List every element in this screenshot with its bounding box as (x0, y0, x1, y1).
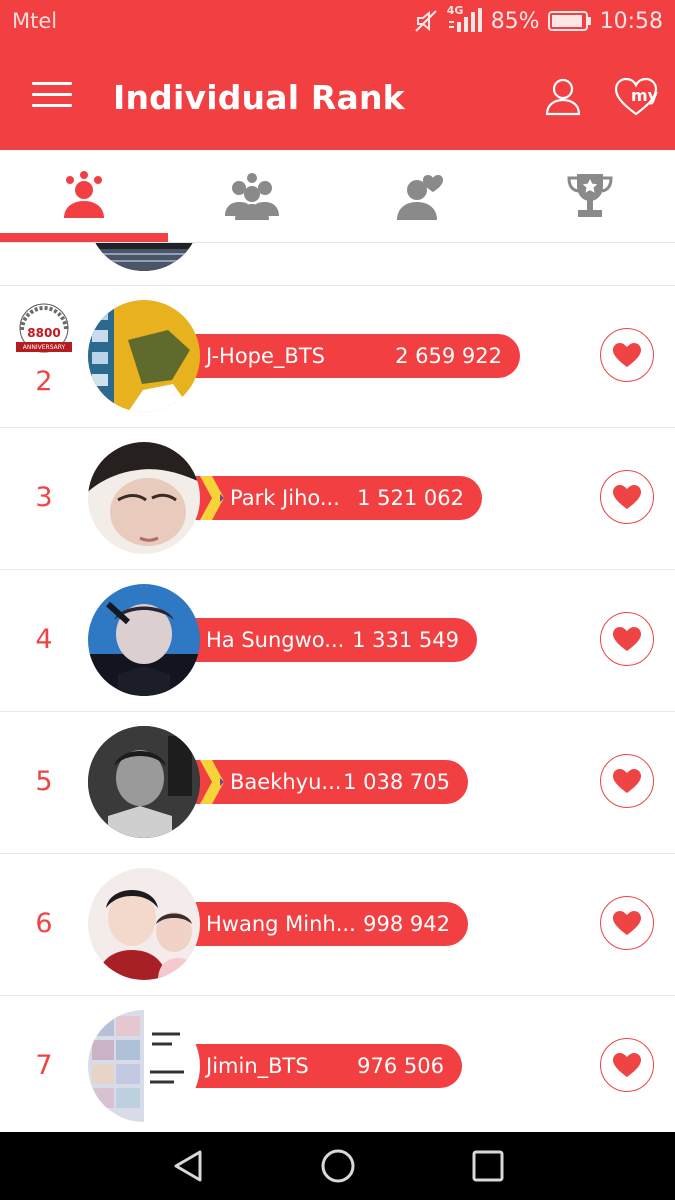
vote-count: 2 659 922 (395, 344, 502, 368)
tab-individual[interactable] (0, 150, 168, 242)
vote-count: 998 942 (363, 912, 450, 936)
vote-count: 1 038 705 (343, 770, 450, 794)
rank-change-icon (200, 760, 224, 804)
active-tab-indicator (0, 233, 168, 242)
heart-icon (613, 343, 641, 367)
rank-number: 4 (35, 624, 53, 655)
mute-icon (413, 8, 439, 34)
vote-count: 1 331 549 (352, 628, 459, 652)
vote-bar: Hwang Minh... 998 942 (180, 902, 468, 946)
avatar[interactable] (88, 1010, 200, 1122)
avatar[interactable] (88, 442, 200, 554)
trophy-icon (567, 174, 613, 217)
rank-number: 7 (35, 1050, 53, 1081)
idol-name: J-Hope_BTS (206, 344, 325, 368)
vote-bar: Ha Sungwo... 1 331 549 (180, 618, 477, 662)
list-item[interactable]: 8800 ANNIVERSARY 2 J-Hope_BTS 2 659 922 (0, 286, 675, 428)
profile-button[interactable] (543, 76, 583, 118)
vote-heart-button[interactable] (600, 1038, 654, 1092)
avatar[interactable] (88, 300, 200, 412)
rank-number: 6 (35, 908, 53, 939)
vote-heart-button[interactable] (600, 612, 654, 666)
status-icons: 4G 85% 10:58 (413, 4, 663, 34)
menu-button[interactable] (32, 82, 72, 112)
list-item[interactable]: 3 Park Jiho... 1 521 062 (0, 428, 675, 570)
status-bar: Mtel 4G 85% 10:58 (0, 0, 675, 46)
recents-square-icon (472, 1150, 504, 1182)
vote-heart-button[interactable] (600, 896, 654, 950)
vote-count: 1 521 062 (357, 486, 464, 510)
rank-number: 5 (35, 766, 53, 797)
rank-number: 2 (35, 366, 53, 397)
avatar[interactable] (88, 868, 200, 980)
avatar[interactable] (88, 726, 200, 838)
list-item[interactable]: 7 Jimin_BTS 976 506 (0, 996, 675, 1132)
vote-bar: J-Hope_BTS 2 659 922 (180, 334, 520, 378)
home-circle-icon (321, 1149, 355, 1183)
vote-count: 976 506 (357, 1054, 444, 1078)
ranking-list[interactable]: 8800 ANNIVERSARY 2 J-Hope_BTS 2 659 922 … (0, 243, 675, 1132)
idol-name: Ha Sungwo... (206, 628, 345, 652)
tab-group[interactable] (168, 150, 336, 242)
list-item[interactable] (0, 243, 675, 286)
list-item[interactable]: 5 Baekhyu... 1 038 705 (0, 712, 675, 854)
badge-label: 8800 (27, 326, 61, 340)
back-button[interactable] (170, 1148, 206, 1184)
avatar[interactable] (88, 584, 200, 696)
list-item[interactable]: 4 Ha Sungwo... 1 331 549 (0, 570, 675, 712)
heart-icon (613, 1053, 641, 1077)
idol-name: Hwang Minh... (206, 912, 356, 936)
app-bar: Individual Rank my (0, 46, 675, 150)
battery-percent: 85% (490, 8, 540, 34)
recents-button[interactable] (470, 1148, 506, 1184)
tab-trophy[interactable] (506, 150, 674, 242)
page-title: Individual Rank (113, 78, 405, 117)
back-triangle-icon (174, 1150, 202, 1182)
carrier-name: Mtel (12, 9, 58, 33)
my-label: my (631, 86, 659, 105)
vote-heart-button[interactable] (600, 470, 654, 524)
hamburger-line (32, 93, 72, 96)
heart-icon (613, 911, 641, 935)
rank-change-icon (200, 476, 224, 520)
badge-subtitle: ANNIVERSARY (22, 344, 66, 351)
tab-favorites[interactable] (337, 150, 505, 242)
avatar (88, 243, 200, 271)
system-navigation-bar (0, 1132, 675, 1200)
person-group-icon (64, 171, 104, 218)
home-button[interactable] (320, 1148, 356, 1184)
vote-bar: Jimin_BTS 976 506 (180, 1044, 462, 1088)
list-item[interactable]: 6 Hwang Minh... 998 942 (0, 854, 675, 996)
heart-icon (613, 627, 641, 651)
clock: 10:58 (599, 8, 663, 34)
hamburger-line (32, 104, 72, 107)
vote-heart-button[interactable] (600, 328, 654, 382)
rank-number: 3 (35, 482, 53, 513)
vote-heart-button[interactable] (600, 754, 654, 808)
person-heart-icon (397, 175, 443, 220)
user-icon (545, 78, 581, 116)
heart-icon (613, 769, 641, 793)
people-group-icon (225, 173, 279, 220)
my-favorites-button[interactable]: my (613, 76, 659, 118)
battery-icon (547, 10, 592, 32)
heart-icon (613, 485, 641, 509)
hamburger-line (32, 82, 72, 85)
signal-icon: 4G (447, 4, 483, 34)
tab-bar (0, 150, 675, 243)
